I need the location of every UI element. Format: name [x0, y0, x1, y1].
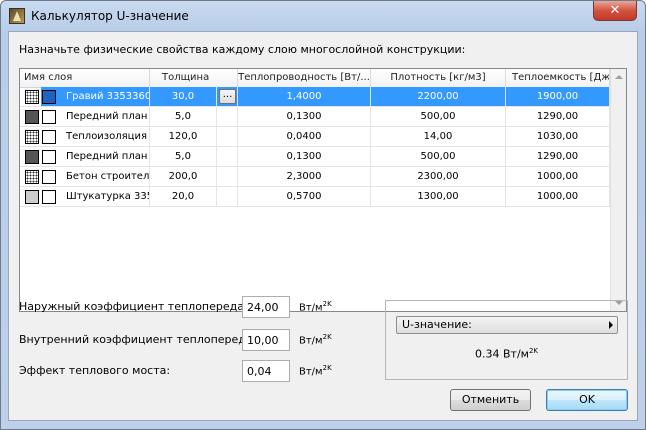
table-row[interactable]: Передний план ...5,0 0,1300500,001290,00 — [20, 107, 610, 127]
fill-pattern-swatch-icon[interactable] — [25, 190, 39, 204]
table-header: Имя слоя Толщина Теплопроводность [Вт/..… — [20, 69, 610, 88]
dialog-window: Калькулятор U-значение ✕ Назначьте физич… — [0, 0, 646, 430]
table-row[interactable]: Гравий 33533604130,0...1,40002200,001900… — [20, 87, 610, 107]
outer-coefficient-unit: Вт/м2K — [299, 300, 332, 314]
table-row[interactable]: Штукатурка 335...20,0 0,57001300,001000,0… — [20, 187, 610, 207]
thermal-bridge-unit: Вт/м2K — [299, 364, 332, 378]
inner-coefficient-input[interactable] — [242, 329, 290, 351]
fill-color-swatch-icon[interactable] — [42, 190, 56, 204]
dialog-client-area: Назначьте физические свойства каждому сл… — [8, 31, 638, 421]
material-picker-cell — [217, 107, 238, 127]
u-value-number: 0.34 — [474, 347, 500, 361]
conductivity-cell[interactable]: 0,1300 — [238, 107, 371, 127]
heat-capacity-cell[interactable]: 1000,00 — [506, 187, 610, 207]
heat-capacity-cell[interactable]: 1030,00 — [506, 127, 610, 147]
header-name[interactable]: Имя слоя — [20, 69, 150, 87]
conductivity-cell[interactable]: 0,0400 — [238, 127, 371, 147]
table-row[interactable]: Теплоизоляция ...120,0 0,040014,001030,00 — [20, 127, 610, 147]
expand-arrow-icon — [609, 321, 613, 329]
fill-color-swatch-icon[interactable] — [42, 90, 56, 104]
fill-pattern-swatch-icon[interactable] — [25, 130, 39, 144]
layer-name-cell[interactable]: Передний план ... — [20, 107, 150, 127]
fill-color-swatch-icon[interactable] — [42, 130, 56, 144]
header-density[interactable]: Плотность [кг/м3] — [371, 69, 506, 87]
app-icon — [9, 8, 25, 24]
fill-color-swatch-icon[interactable] — [42, 150, 56, 164]
heat-capacity-cell[interactable]: 1290,00 — [506, 107, 610, 127]
material-picker-cell — [217, 127, 238, 147]
density-cell[interactable]: 500,00 — [371, 107, 506, 127]
inner-coefficient-label: Внутренний коэффициент теплопередачи: — [19, 333, 270, 346]
heat-capacity-cell[interactable]: 1000,00 — [506, 167, 610, 187]
density-cell[interactable]: 14,00 — [371, 127, 506, 147]
table-row[interactable]: Передний план ...5,0 0,1300500,001290,00 — [20, 147, 610, 167]
fill-pattern-swatch-icon[interactable] — [25, 110, 39, 124]
thickness-cell[interactable]: 200,0 — [150, 167, 217, 187]
inner-coefficient-unit: Вт/м2K — [299, 333, 332, 347]
fill-color-swatch-icon[interactable] — [42, 170, 56, 184]
u-value-unit: Вт/м — [502, 347, 529, 361]
ok-button[interactable]: OK — [546, 389, 628, 411]
close-button[interactable]: ✕ — [593, 1, 637, 21]
instruction-text: Назначьте физические свойства каждому сл… — [19, 43, 466, 56]
table-scrollbar[interactable] — [610, 69, 626, 311]
heat-capacity-cell[interactable]: 1900,00 — [506, 87, 610, 107]
conductivity-cell[interactable]: 0,5700 — [238, 187, 371, 207]
conductivity-cell[interactable]: 0,1300 — [238, 147, 371, 167]
heat-capacity-cell[interactable]: 1290,00 — [506, 147, 610, 167]
outer-coefficient-input[interactable] — [242, 296, 290, 318]
fill-pattern-swatch-icon[interactable] — [25, 90, 39, 104]
material-picker-cell — [217, 147, 238, 167]
fill-color-swatch-icon[interactable] — [42, 110, 56, 124]
density-cell[interactable]: 500,00 — [371, 147, 506, 167]
table-row[interactable]: Бетон строител... 200,0 2,3000 2300,00 1000,… — [20, 167, 610, 187]
density-cell[interactable]: 2200,00 — [371, 87, 506, 107]
thermal-bridge-label: Эффект теплового моста: — [19, 364, 171, 377]
material-picker-cell: ... — [217, 87, 238, 107]
thickness-cell[interactable]: 5,0 — [150, 107, 217, 127]
header-heat-capacity[interactable]: Теплоемкость [Дж/... — [506, 69, 610, 87]
thermal-bridge-input[interactable] — [242, 360, 290, 382]
layer-name-cell[interactable]: Штукатурка 335... — [20, 187, 150, 207]
u-value-result: 0.34 Вт/м2K — [474, 347, 538, 361]
conductivity-cell[interactable]: 2,3000 — [238, 167, 371, 187]
u-value-dropdown-label: U-значение: — [402, 318, 472, 331]
outer-coefficient-label: Наружный коэффициент теплопередачи: — [19, 300, 262, 313]
layer-name-cell[interactable]: Бетон строител... — [20, 167, 150, 187]
thickness-cell[interactable]: 120,0 — [150, 127, 217, 147]
fill-pattern-swatch-icon[interactable] — [25, 170, 39, 184]
thickness-cell[interactable]: 30,0 — [150, 87, 217, 107]
conductivity-cell[interactable]: 1,4000 — [238, 87, 371, 107]
header-conductivity[interactable]: Теплопроводность [Вт/... — [238, 69, 371, 87]
layer-name-cell[interactable]: Теплоизоляция ... — [20, 127, 150, 147]
fill-pattern-swatch-icon[interactable] — [25, 150, 39, 164]
header-thickness[interactable]: Толщина — [150, 69, 238, 87]
layer-name-cell[interactable]: Гравий 335336041 — [20, 87, 150, 107]
scroll-up-icon[interactable] — [615, 75, 623, 79]
thickness-cell[interactable]: 5,0 — [150, 147, 217, 167]
layers-table: Имя слоя Толщина Теплопроводность [Вт/..… — [19, 68, 627, 312]
material-picker-button[interactable]: ... — [219, 89, 236, 104]
material-picker-cell — [217, 187, 238, 207]
material-picker-cell — [217, 167, 238, 187]
u-value-dropdown[interactable]: U-значение: — [396, 316, 618, 334]
title-bar[interactable]: Калькулятор U-значение ✕ — [1, 1, 645, 31]
density-cell[interactable]: 2300,00 — [371, 167, 506, 187]
window-title: Калькулятор U-значение — [31, 9, 189, 23]
u-value-group: U-значение: 0.34 Вт/м2K — [385, 300, 628, 380]
layer-name-cell[interactable]: Передний план ... — [20, 147, 150, 167]
thickness-cell[interactable]: 20,0 — [150, 187, 217, 207]
density-cell[interactable]: 1300,00 — [371, 187, 506, 207]
cancel-button[interactable]: Отменить — [450, 389, 531, 411]
